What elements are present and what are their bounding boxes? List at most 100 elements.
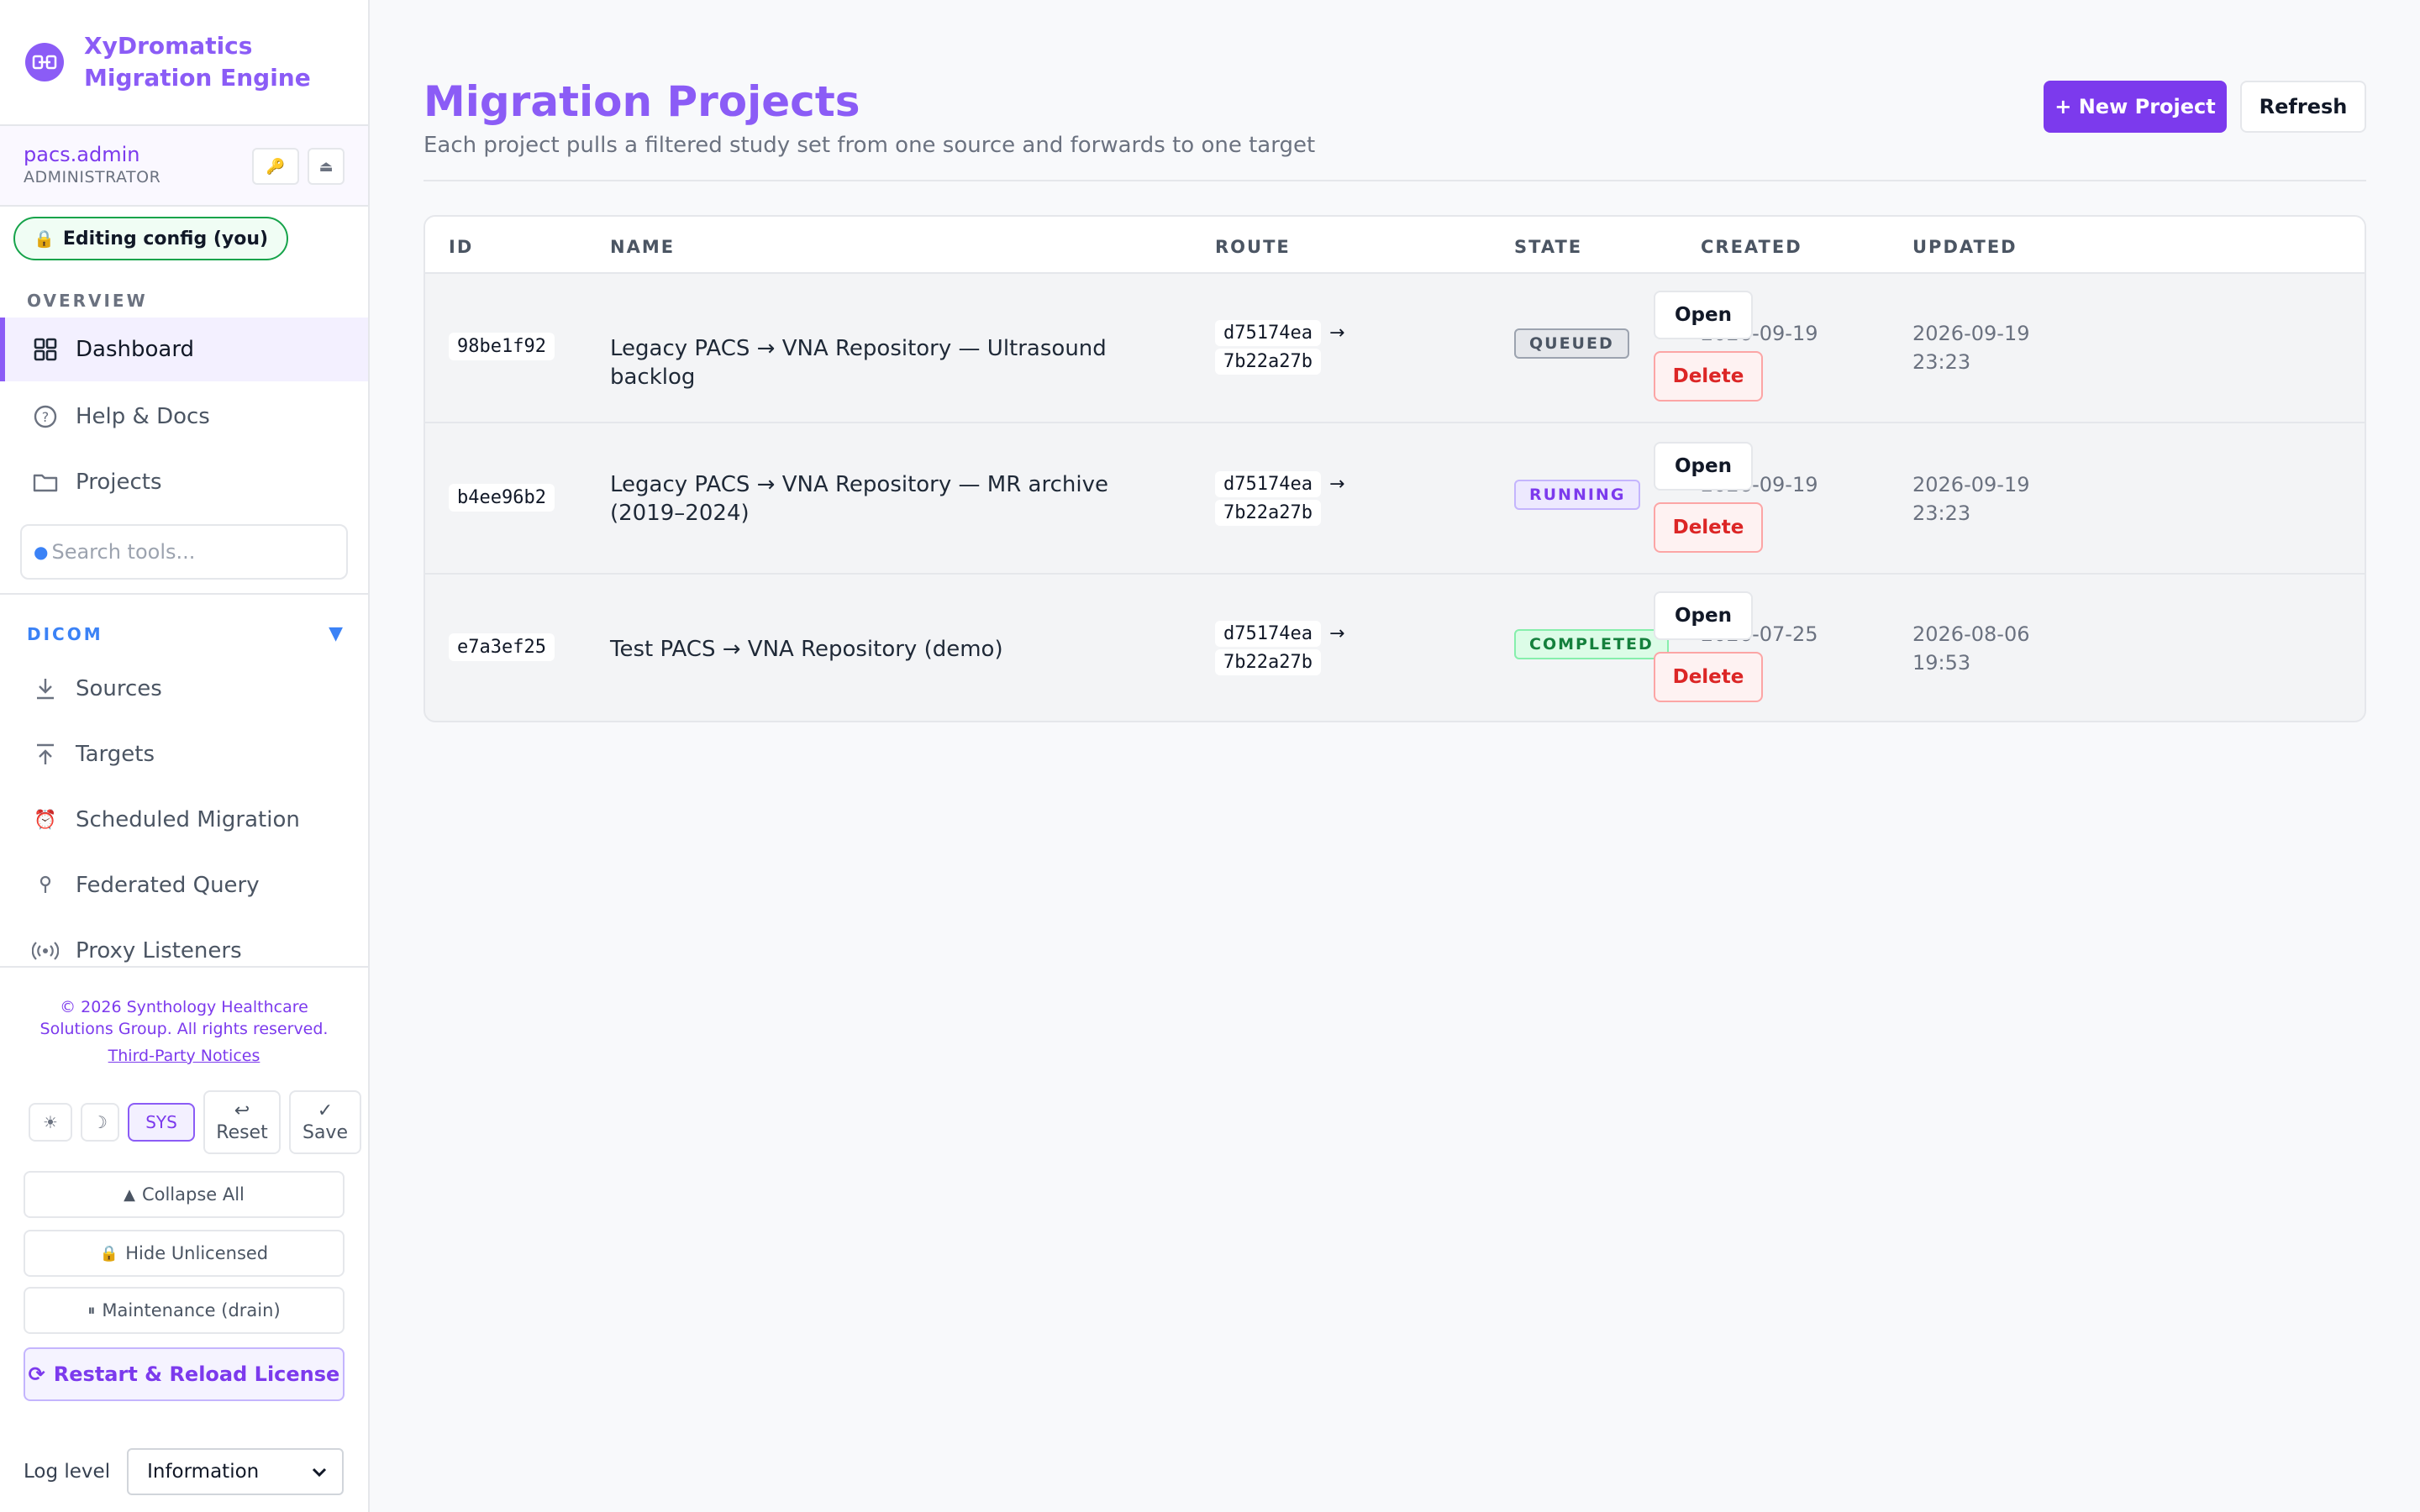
help-circle-icon: ? (32, 403, 59, 430)
project-name: Test PACS → VNA Repository (demo) (610, 637, 1003, 662)
project-name: Legacy PACS → VNA Repository — MR archiv… (610, 472, 1108, 526)
theme-controls: ☀ ☽ SYS ↩ Reset ✓ Save (29, 1090, 361, 1154)
editing-config-label: Editing config (you) (62, 228, 269, 249)
link-chain-icon (25, 43, 64, 81)
sun-icon[interactable]: ☀ (29, 1103, 72, 1142)
table-header: ID NAME ROUTE STATE CREATED UPDATED (425, 217, 2365, 274)
search-icon: ● (34, 542, 49, 562)
lock-icon: 🔒 (99, 1244, 119, 1263)
column-header-id[interactable]: ID (449, 237, 473, 257)
column-header-created[interactable]: CREATED (1701, 237, 1802, 257)
projects-table: ID NAME ROUTE STATE CREATED UPDATED 98be… (424, 215, 2366, 722)
grid-icon (32, 336, 59, 363)
open-button[interactable]: Open (1654, 591, 1753, 640)
project-route: d75174ea → 7b22a27b (1215, 470, 1375, 528)
delete-button[interactable]: Delete (1654, 652, 1763, 702)
app-title-line2: Migration Engine (84, 64, 311, 92)
project-id: 98be1f92 (449, 333, 555, 360)
status-badge: COMPLETED (1514, 629, 1669, 659)
arrow-right-icon: → (1328, 623, 1345, 644)
broadcast-icon (32, 937, 59, 964)
open-button[interactable]: Open (1654, 442, 1753, 491)
status-badge: RUNNING (1514, 480, 1641, 510)
theme-sys-button[interactable]: SYS (128, 1103, 195, 1142)
column-header-name[interactable]: NAME (610, 237, 675, 257)
new-project-button[interactable]: + New Project (2044, 81, 2227, 133)
open-button[interactable]: Open (1654, 291, 1753, 339)
sidebar-item-federated-query[interactable]: Federated Query (0, 853, 368, 917)
sidebar-item-label: Projects (76, 470, 162, 495)
sidebar-item-help-docs[interactable]: ? Help & Docs (0, 385, 368, 449)
sidebar-item-sources[interactable]: Sources (0, 657, 368, 721)
sidebar-item-label: Dashboard (76, 337, 195, 362)
folder-icon (32, 469, 59, 496)
route-target-id: 7b22a27b (1215, 500, 1321, 526)
arrow-right-icon: → (1328, 474, 1345, 495)
page-subtitle: Each project pulls a filtered study set … (424, 133, 1316, 158)
delete-button[interactable]: Delete (1654, 502, 1763, 553)
restart-reload-license-button[interactable]: ⟳ Restart & Reload License (24, 1347, 345, 1401)
updated-date: 2026-09-19 23:23 (1912, 322, 2030, 374)
collapse-all-button[interactable]: ▲ Collapse All (24, 1171, 345, 1218)
sidebar-item-label: Help & Docs (76, 404, 210, 429)
sidebar-item-label: Scheduled Migration (76, 807, 300, 832)
undo-icon: ↩ (234, 1100, 250, 1121)
log-level-row: Log level Information (24, 1448, 345, 1495)
project-id: b4ee96b2 (449, 484, 555, 512)
table-row: e7a3ef25 Test PACS → VNA Repository (dem… (425, 575, 2365, 721)
project-id: e7a3ef25 (449, 633, 555, 661)
route-target-id: 7b22a27b (1215, 349, 1321, 375)
table-row: b4ee96b2 Legacy PACS → VNA Repository — … (425, 425, 2365, 575)
app-title-line1: XyDromatics (84, 32, 253, 60)
delete-button[interactable]: Delete (1654, 351, 1763, 402)
sidebar: XyDromatics Migration Engine pacs.admin … (0, 0, 370, 1512)
column-header-state[interactable]: STATE (1514, 237, 1582, 257)
reset-label: Reset (216, 1122, 268, 1143)
sidebar-item-projects[interactable]: Projects (0, 450, 368, 514)
arrow-right-icon: → (1328, 323, 1345, 344)
sidebar-item-label: Sources (76, 676, 162, 701)
sidebar-item-label: Proxy Listeners (76, 938, 242, 963)
hide-unlicensed-button[interactable]: 🔒 Hide Unlicensed (24, 1230, 345, 1277)
log-level-label: Log level (24, 1461, 111, 1483)
route-target-id: 7b22a27b (1215, 649, 1321, 675)
sidebar-item-targets[interactable]: Targets (0, 722, 368, 786)
tool-search-input[interactable]: ● Search tools... (20, 524, 348, 580)
sidebar-item-dashboard[interactable]: Dashboard (0, 318, 368, 381)
hide-unlicensed-label: Hide Unlicensed (125, 1243, 269, 1263)
moon-icon[interactable]: ☽ (81, 1103, 119, 1142)
refresh-button[interactable]: Refresh (2240, 81, 2366, 133)
lock-icon: 🔒 (34, 228, 55, 249)
pin-icon (32, 872, 59, 899)
project-route: d75174ea → 7b22a27b (1215, 319, 1375, 376)
reset-button[interactable]: ↩ Reset (203, 1090, 281, 1154)
save-button[interactable]: ✓ Save (289, 1090, 361, 1154)
dicom-section-header[interactable]: DICOM ▼ (27, 623, 343, 644)
app-title: XyDromatics Migration Engine (84, 30, 311, 94)
eject-icon[interactable]: ⏏ (308, 148, 345, 185)
alarm-clock-icon: ⏰ (34, 809, 57, 831)
maintenance-button[interactable]: ⏸ Maintenance (drain) (24, 1287, 345, 1334)
editing-config-pill[interactable]: 🔒 Editing config (you) (13, 217, 289, 260)
sidebar-item-label: Federated Query (76, 873, 260, 898)
overview-section-label: OVERVIEW (27, 291, 148, 311)
dicom-section-label: DICOM (27, 623, 103, 644)
collapse-all-label: Collapse All (141, 1184, 245, 1205)
updated-date: 2026-08-06 19:53 (1912, 622, 2030, 675)
main-content: Migration Projects Each project pulls a … (370, 0, 2420, 1512)
project-name: Legacy PACS → VNA Repository — Ultrasoun… (610, 336, 1107, 390)
restart-label: Restart & Reload License (53, 1362, 340, 1386)
key-icon[interactable]: 🔑 (252, 148, 299, 185)
refresh-icon: ⟳ (28, 1362, 45, 1386)
log-level-value: Information (147, 1461, 260, 1483)
log-level-select[interactable]: Information (127, 1448, 345, 1495)
sidebar-item-scheduled-migration[interactable]: ⏰ Scheduled Migration (0, 788, 368, 852)
sidebar-item-label: Targets (76, 742, 155, 767)
column-header-updated[interactable]: UPDATED (1912, 237, 2018, 257)
chevron-down-icon[interactable]: ▼ (329, 623, 343, 644)
check-icon: ✓ (317, 1100, 334, 1121)
third-party-notices-link[interactable]: Third-Party Notices (0, 1047, 368, 1065)
route-source-id: d75174ea (1215, 621, 1321, 647)
updated-date: 2026-09-19 23:23 (1912, 473, 2030, 525)
column-header-route[interactable]: ROUTE (1215, 237, 1291, 257)
